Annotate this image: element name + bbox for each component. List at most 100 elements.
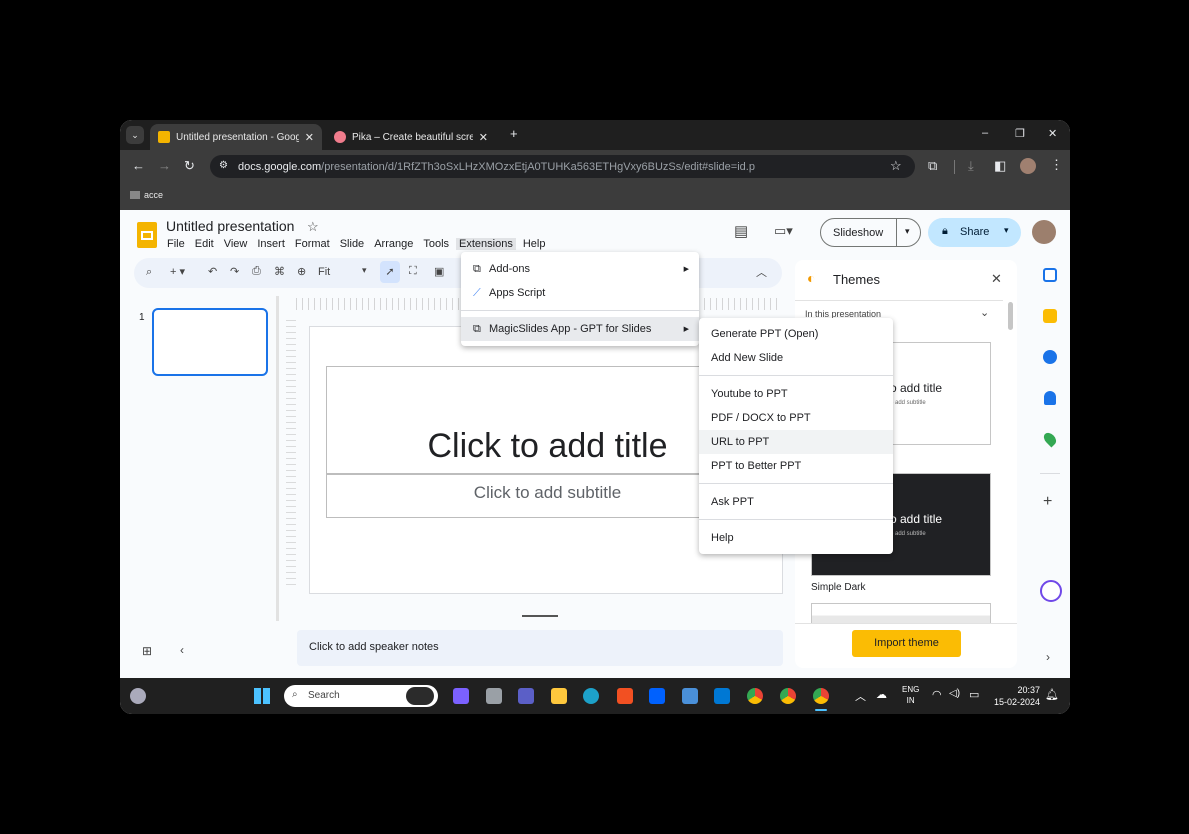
tasks-icon[interactable] [1043, 350, 1057, 364]
maps-icon[interactable] [1041, 430, 1059, 448]
paint-format-icon[interactable]: ⌘ [274, 265, 285, 278]
flutter-app-icon[interactable] [682, 688, 698, 704]
chevron-down-icon[interactable]: ▾ [1004, 225, 1009, 236]
side-panel-icon[interactable]: ◧ [994, 158, 1006, 174]
menu-item-add-new-slide[interactable]: Add New Slide [699, 346, 893, 370]
back-button[interactable]: ← [132, 158, 145, 173]
edge-icon[interactable] [583, 688, 599, 704]
profile-avatar[interactable] [1020, 158, 1036, 174]
frame-tool-icon[interactable]: ⛶ [409, 265, 417, 278]
account-avatar[interactable] [1032, 220, 1056, 244]
meet-icon[interactable]: ▭▾ [774, 223, 793, 239]
task-view-icon[interactable] [486, 688, 502, 704]
file-explorer-icon[interactable] [551, 688, 567, 704]
download-icon[interactable]: ⤓ [968, 158, 974, 174]
select-tool-icon[interactable]: ➚ [380, 261, 400, 283]
restore-button[interactable]: ❐ [1015, 127, 1025, 140]
reload-button[interactable]: ↻ [184, 158, 195, 174]
volume-icon[interactable]: ◁) [949, 688, 960, 699]
magicslides-bot-icon[interactable] [1040, 580, 1062, 602]
undo-icon[interactable]: ↶ [208, 265, 217, 278]
clock[interactable]: 20:37 15-02-2024 [990, 684, 1040, 708]
battery-icon[interactable]: ▭ [969, 688, 979, 701]
menu-item-generate-ppt[interactable]: Generate PPT (Open) [699, 322, 893, 346]
tab-slides[interactable]: Untitled presentation - Google ✕ [150, 124, 322, 150]
dropbox-icon[interactable] [649, 688, 665, 704]
onedrive-icon[interactable]: ☁ [876, 688, 887, 701]
comments-icon[interactable]: ▤ [734, 222, 748, 240]
bookmark-item[interactable]: acce [130, 190, 163, 200]
taskbar-search[interactable]: ⌕ Search [284, 685, 438, 707]
theme-next-preview[interactable] [811, 603, 991, 623]
menu-file[interactable]: File [167, 238, 185, 250]
menu-item-ppt-to-better-ppt[interactable]: PPT to Better PPT [699, 454, 893, 478]
close-window-button[interactable]: ✕ [1048, 127, 1057, 140]
import-theme-button[interactable]: Import theme [852, 630, 961, 657]
get-addons-icon[interactable]: + [1043, 493, 1052, 511]
menu-arrange[interactable]: Arrange [374, 238, 413, 250]
new-tab-button[interactable]: + [510, 126, 518, 141]
mail-icon[interactable] [714, 688, 730, 704]
redo-icon[interactable]: ↷ [230, 265, 239, 278]
slideshow-button[interactable]: Slideshow ▾ [820, 218, 921, 247]
weather-icon[interactable] [130, 688, 146, 704]
menu-insert[interactable]: Insert [257, 238, 285, 250]
panel-scrollbar[interactable] [1008, 302, 1013, 330]
menu-item-add-ons[interactable]: ⧉ Add-ons ▶ [461, 257, 699, 281]
tray-chevron-icon[interactable]: ︿ [855, 688, 866, 704]
grid-view-icon[interactable]: ⊞ [142, 644, 152, 658]
bookmark-star-icon[interactable]: ☆ [890, 158, 902, 174]
menu-help[interactable]: Help [523, 238, 546, 250]
menu-edit[interactable]: Edit [195, 238, 214, 250]
slide-thumbnail[interactable] [152, 308, 268, 376]
star-icon[interactable]: ☆ [307, 219, 319, 235]
new-slide-icon[interactable]: + ▾ [170, 265, 185, 278]
menu-slide[interactable]: Slide [340, 238, 364, 250]
close-icon[interactable]: ✕ [991, 271, 1002, 287]
slides-logo[interactable] [137, 222, 157, 248]
collapse-filmstrip-icon[interactable]: ‹ [180, 643, 184, 657]
address-bar[interactable]: ⚙ docs.google.com/presentation/d/1RfZTh3… [210, 155, 915, 178]
menu-extensions[interactable]: Extensions [456, 238, 516, 250]
menu-item-help[interactable]: Help [699, 526, 893, 550]
doc-title[interactable]: Untitled presentation [166, 218, 294, 234]
keep-icon[interactable] [1043, 309, 1057, 323]
chrome-profile-icon[interactable] [780, 688, 796, 704]
chrome-active-icon[interactable] [813, 688, 829, 704]
share-button[interactable]: 🔒︎ Share ▾ [928, 218, 1021, 247]
print-icon[interactable]: ⎙ [252, 265, 261, 278]
close-tab-icon[interactable]: ✕ [305, 131, 314, 144]
start-button[interactable] [254, 688, 270, 704]
copilot-app-icon[interactable] [453, 688, 469, 704]
menu-item-apps-script[interactable]: ⟋ Apps Script [461, 281, 699, 305]
speaker-notes[interactable]: Click to add speaker notes [297, 630, 783, 666]
close-tab-icon[interactable]: ✕ [479, 131, 488, 144]
collapse-toolbar-icon[interactable]: ︿ [756, 264, 767, 280]
menu-item-youtube-to-ppt[interactable]: Youtube to PPT [699, 382, 893, 406]
forward-button[interactable]: → [158, 158, 171, 173]
show-side-panel-icon[interactable]: › [1046, 650, 1050, 664]
notifications-icon[interactable]: 🔔︎ [1045, 688, 1059, 701]
menu-item-pdf-docx-to-ppt[interactable]: PDF / DOCX to PPT [699, 406, 893, 430]
contacts-icon[interactable] [1044, 391, 1056, 405]
wifi-icon[interactable]: ◠ [932, 688, 942, 701]
more-menu-icon[interactable]: ⋮ [1050, 157, 1063, 173]
tab-pika[interactable]: Pika – Create beautiful screensh ✕ [326, 124, 496, 150]
menu-tools[interactable]: Tools [423, 238, 449, 250]
menu-view[interactable]: View [224, 238, 248, 250]
notes-resize-handle[interactable] [522, 615, 558, 617]
calendar-icon[interactable] [1043, 268, 1057, 282]
zoom-value[interactable]: Fit [318, 266, 330, 278]
menu-item-magicslides[interactable]: ⧉ MagicSlides App - GPT for Slides ▶ [461, 317, 699, 341]
tab-search-button[interactable]: ⌄ [126, 126, 144, 144]
chevron-down-icon[interactable]: ▾ [905, 226, 910, 237]
language-indicator[interactable]: ENG IN [902, 684, 919, 706]
chevron-down-icon[interactable]: ▾ [362, 265, 367, 276]
extensions-icon[interactable]: ⧉ [928, 158, 937, 174]
menu-format[interactable]: Format [295, 238, 330, 250]
teams-icon[interactable] [518, 688, 534, 704]
chrome-icon[interactable] [747, 688, 763, 704]
site-info-icon[interactable]: ⚙ [219, 160, 228, 171]
menu-item-url-to-ppt[interactable]: URL to PPT [699, 430, 893, 454]
menu-item-ask-ppt[interactable]: Ask PPT [699, 490, 893, 514]
